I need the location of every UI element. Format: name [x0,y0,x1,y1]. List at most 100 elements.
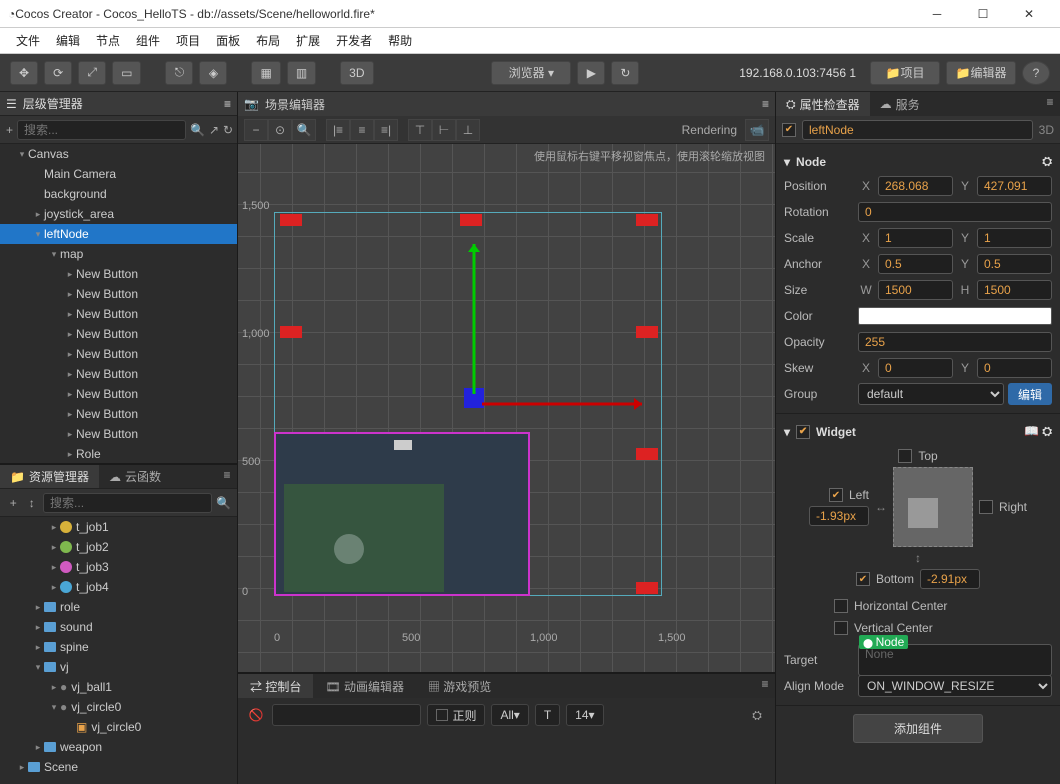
size-w-input[interactable] [878,280,953,300]
position-x-input[interactable] [878,176,953,196]
node-name-input[interactable] [802,120,1033,140]
asset-item[interactable]: ▸ t_job1 [0,517,237,537]
align-tool[interactable]: ▦ [251,61,280,85]
hierarchy-item[interactable]: ▸New Button [0,384,237,404]
hierarchy-search-input[interactable] [17,120,186,140]
hierarchy-item[interactable]: ▸New Button [0,364,237,384]
widget-enable-checkbox[interactable]: ✔ [796,425,810,439]
align-middle-button[interactable]: ⊢ [432,119,456,141]
clear-console-button[interactable]: 🚫 [246,705,266,725]
menu-extension[interactable]: 扩展 [290,30,326,51]
asset-item[interactable]: ▾● vj_circle0 [0,697,237,717]
menu-help[interactable]: 帮助 [382,30,418,51]
scene-view[interactable]: 使用鼠标右键平移视窗焦点，使用滚轮缩放视图 1,500 1,000 500 0 … [238,144,775,672]
preview-target-dropdown[interactable]: 浏览器 ▾ [491,61,571,85]
zoom-fit-button[interactable]: ⊙ [268,119,292,141]
align-bottom-button[interactable]: ⊥ [456,119,480,141]
tab-inspector[interactable]: ⛭ 属性检查器 [776,92,870,116]
hierarchy-item[interactable]: ▸New Button [0,264,237,284]
asset-item[interactable]: ▸ spine [0,637,237,657]
add-component-button[interactable]: 添加组件 [853,714,983,743]
menu-developer[interactable]: 开发者 [330,30,378,51]
filter-regex-toggle[interactable]: 正则 [427,704,485,726]
hierarchy-add-button[interactable]: + [6,120,13,140]
hierarchy-item[interactable]: background [0,184,237,204]
widget-left-checkbox[interactable]: ✔ [829,488,843,502]
tab-console[interactable]: ⇄ 控制台 [238,674,313,698]
inspector-menu-icon[interactable]: ≡ [1040,92,1060,112]
hierarchy-tree[interactable]: ▾CanvasMain Camerabackground▸joystick_ar… [0,144,237,463]
open-editor-button[interactable]: 📁 编辑器 [946,61,1016,85]
widget-bottom-input[interactable] [920,569,980,589]
panel-menu-icon[interactable]: ≡ [762,97,769,111]
collapse-icon[interactable]: ↗ [209,120,219,140]
gizmo-x-axis[interactable] [482,398,642,410]
assets-tree[interactable]: ▸ t_job1▸ t_job2▸ t_job3▸ t_job4▸ role▸ … [0,517,237,784]
console-settings-icon[interactable]: ⛭ [747,705,767,725]
asset-item[interactable]: ▸ weapon [0,737,237,757]
camera-icon[interactable]: 📹 [745,119,769,141]
menu-project[interactable]: 项目 [170,30,206,51]
minimize-button[interactable]: ─ [914,0,960,28]
align-left-button[interactable]: |≡ [326,119,350,141]
hierarchy-item[interactable]: ▸New Button [0,344,237,364]
mode-3d-button[interactable]: 3D [340,61,373,85]
widget-left-input[interactable] [809,506,869,526]
alignmode-select[interactable]: ON_WINDOW_RESIZE [858,675,1052,697]
assets-sort-button[interactable]: ↕ [25,493,40,513]
gizmo-y-axis[interactable] [468,244,480,394]
assets-search-icon[interactable]: 🔍 [216,493,231,513]
zoom-in-button[interactable]: 🔍 [292,119,316,141]
distribute-tool[interactable]: ▥ [287,61,316,85]
refresh-icon[interactable]: ↻ [223,120,233,140]
anchor-tool[interactable]: ⎋ [165,61,193,85]
menu-panel[interactable]: 面板 [210,30,246,51]
hierarchy-item[interactable]: ▸New Button [0,284,237,304]
asset-item[interactable]: ▸ Scene [0,757,237,777]
section-widget[interactable]: ▾ ✔ Widget📖 ⛭ [784,420,1052,443]
hierarchy-item[interactable]: ▸New Button [0,324,237,344]
hierarchy-item[interactable]: ▸New Button [0,304,237,324]
tab-assets[interactable]: 📁 资源管理器 [0,465,99,488]
widget-bottom-checkbox[interactable]: ✔ [856,572,870,586]
maximize-button[interactable]: ☐ [960,0,1006,28]
rect-tool[interactable]: ▭ [112,61,141,85]
console-menu-icon[interactable]: ≡ [755,674,775,694]
hierarchy-item[interactable]: ▸New Button [0,404,237,424]
asset-item[interactable]: ▸ sound [0,617,237,637]
align-center-button[interactable]: ≡ [350,119,374,141]
hierarchy-item[interactable]: ▾Canvas [0,144,237,164]
asset-item[interactable]: ▣ vj_circle0 [0,717,237,737]
rotation-input[interactable] [858,202,1052,222]
opacity-input[interactable] [858,332,1052,352]
skew-x-input[interactable] [878,358,953,378]
scale-tool[interactable]: ⤢ [78,61,106,85]
size-h-input[interactable] [977,280,1052,300]
node-active-checkbox[interactable]: ✔ [782,123,796,137]
hierarchy-item[interactable]: Main Camera [0,164,237,184]
asset-item[interactable]: ▸● vj_ball1 [0,677,237,697]
hierarchy-item[interactable]: ▸joystick_area [0,204,237,224]
tab-services[interactable]: ☁ 服务 [870,92,930,116]
hierarchy-item[interactable]: ▾leftNode [0,224,237,244]
widget-right-checkbox[interactable] [979,500,993,514]
asset-item[interactable]: ▸ t_job4 [0,577,237,597]
close-button[interactable]: ✕ [1006,0,1052,28]
assets-add-button[interactable]: + [6,493,21,513]
log-level-dropdown[interactable]: All ▾ [491,704,528,726]
menu-component[interactable]: 组件 [130,30,166,51]
skew-y-input[interactable] [977,358,1052,378]
assets-search-input[interactable] [43,493,212,513]
menu-layout[interactable]: 布局 [250,30,286,51]
pivot-tool[interactable]: ◈ [199,61,227,85]
tab-gamepreview[interactable]: ▦ 游戏预览 [416,674,503,698]
asset-item[interactable]: ▸ t_job2 [0,537,237,557]
zoom-out-button[interactable]: − [244,119,268,141]
align-top-button[interactable]: ⊤ [408,119,432,141]
tab-animation[interactable]: 🎞 动画编辑器 [313,674,416,698]
section-node[interactable]: ▾ Node⛭ [784,150,1052,173]
help-button[interactable]: ? [1022,61,1050,85]
asset-item[interactable]: ▸ role [0,597,237,617]
reload-button[interactable]: ↻ [611,61,639,85]
group-select[interactable]: default [858,383,1004,405]
